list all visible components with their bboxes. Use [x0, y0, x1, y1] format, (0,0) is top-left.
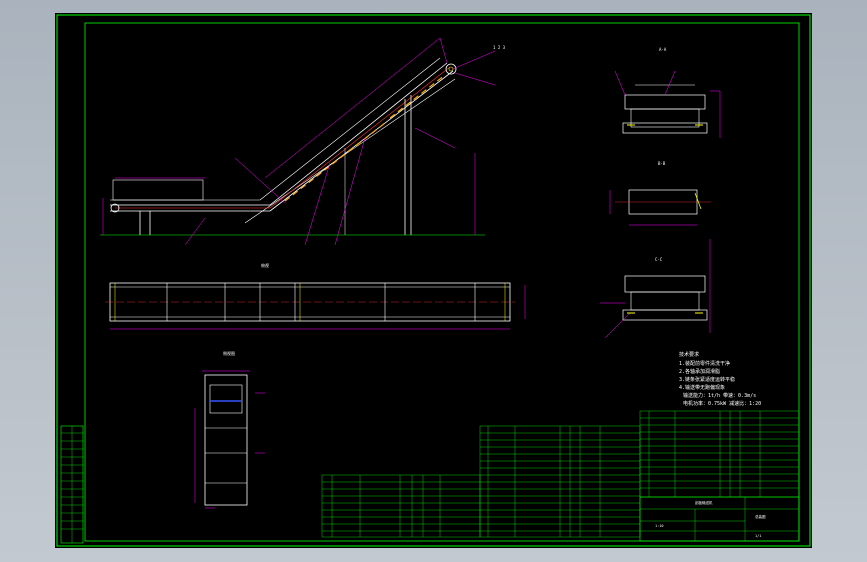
note-4: 4.输送带无跑偏现象 [679, 384, 725, 391]
side-detail-label: 侧视图 [223, 350, 235, 356]
title-name: 刮板输送机 [695, 500, 713, 505]
section-c-c: C-C [600, 239, 711, 339]
parts-list-middle [479, 425, 641, 538]
revision-strip [60, 425, 84, 544]
section-a-a: A-A [614, 47, 721, 138]
parts-list-right [639, 410, 800, 498]
svg-text:1 2 3: 1 2 3 [493, 45, 506, 50]
section-a-a-label: A-A [659, 47, 667, 52]
section-b-b-label: B-B [658, 161, 666, 166]
title-block: 刮板输送机 总装图 1:10 1/1 [639, 496, 800, 542]
parts-list-left [321, 474, 481, 538]
title-scale: 1:10 [655, 524, 663, 528]
note-1: 1.装配前零件清洗干净 [679, 360, 730, 367]
cad-viewport[interactable]: 1 2 3 俯视 侧视图 A-A B-B C-C 技术要求 1.装配前零件清洗干… [0, 0, 867, 562]
notes-title: 技术要求 [679, 351, 699, 358]
note-2: 2.各轴承加润滑脂 [679, 368, 720, 375]
plan-view: 俯视 [105, 262, 526, 330]
inner-border [84, 22, 800, 542]
drawing-canvas: 1 2 3 俯视 侧视图 A-A B-B C-C 技术要求 1.装配前零件清洗干… [56, 14, 811, 547]
main-elevation-view: 1 2 3 [100, 37, 506, 246]
section-c-c-label: C-C [655, 257, 663, 262]
note-5: 输送能力：1t/h 带速：0.3m/s [683, 392, 756, 399]
note-6: 电机功率：0.75kW 减速比：1:20 [683, 400, 761, 407]
plan-view-label: 俯视 [261, 262, 269, 268]
side-detail-view: 侧视图 [194, 350, 265, 509]
title-sheet: 1/1 [755, 534, 761, 538]
note-3: 3.链条张紧适度运转平稳 [679, 376, 735, 383]
section-b-b: B-B [609, 161, 711, 226]
title-drawing-no: 总装图 [755, 514, 766, 519]
technical-notes: 技术要求 1.装配前零件清洗干净 2.各轴承加润滑脂 3.链条张紧适度运转平稳 … [679, 351, 761, 407]
drawing-sheet: 1 2 3 俯视 侧视图 A-A B-B C-C 技术要求 1.装配前零件清洗干… [55, 13, 812, 548]
